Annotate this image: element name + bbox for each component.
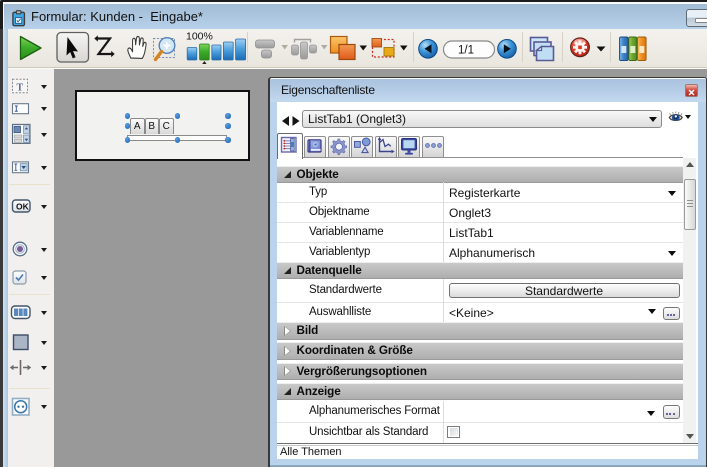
svg-text:T: T — [17, 83, 24, 94]
svg-text:100%: 100% — [186, 31, 213, 43]
svg-text:1/1: 1/1 — [458, 45, 474, 57]
svg-text:OK: OK — [16, 202, 30, 212]
